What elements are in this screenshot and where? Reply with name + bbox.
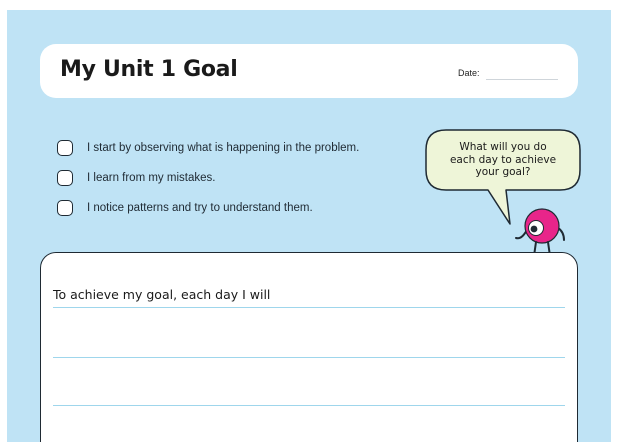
header-card: My Unit 1 Goal Date: <box>40 44 578 98</box>
checkbox-icon[interactable] <box>57 200 73 216</box>
writing-line[interactable] <box>53 307 565 308</box>
writing-line[interactable] <box>53 405 565 406</box>
date-field[interactable] <box>486 79 558 80</box>
checkbox-icon[interactable] <box>57 170 73 186</box>
speech-line: your goal? <box>475 166 531 178</box>
speech-bubble-text: What will you do each day to achieve you… <box>434 141 572 179</box>
page-title: My Unit 1 Goal <box>60 57 238 82</box>
checklist-item-label: I start by observing what is happening i… <box>87 142 360 154</box>
checklist-item: I learn from my mistakes. <box>57 168 215 188</box>
checklist-item-label: I learn from my mistakes. <box>87 172 216 184</box>
writing-line[interactable] <box>53 357 565 358</box>
writing-area[interactable]: To achieve my goal, each day I will <box>40 252 578 442</box>
checklist-item-label: I notice patterns and try to understand … <box>87 202 313 214</box>
speech-line: What will you do <box>459 141 547 153</box>
checklist-item: I start by observing what is happening i… <box>57 138 359 158</box>
writing-prompt: To achieve my goal, each day I will <box>53 287 271 302</box>
checklist-item: I notice patterns and try to understand … <box>57 198 313 218</box>
speech-line: each day to achieve <box>449 153 557 166</box>
worksheet-page: My Unit 1 Goal Date: I start by observin… <box>7 10 611 442</box>
checkbox-icon[interactable] <box>57 140 73 156</box>
speech-bubble: What will you do each day to achieve you… <box>424 128 594 258</box>
date-label: Date: <box>458 68 480 78</box>
mascot-character-icon <box>515 208 565 257</box>
